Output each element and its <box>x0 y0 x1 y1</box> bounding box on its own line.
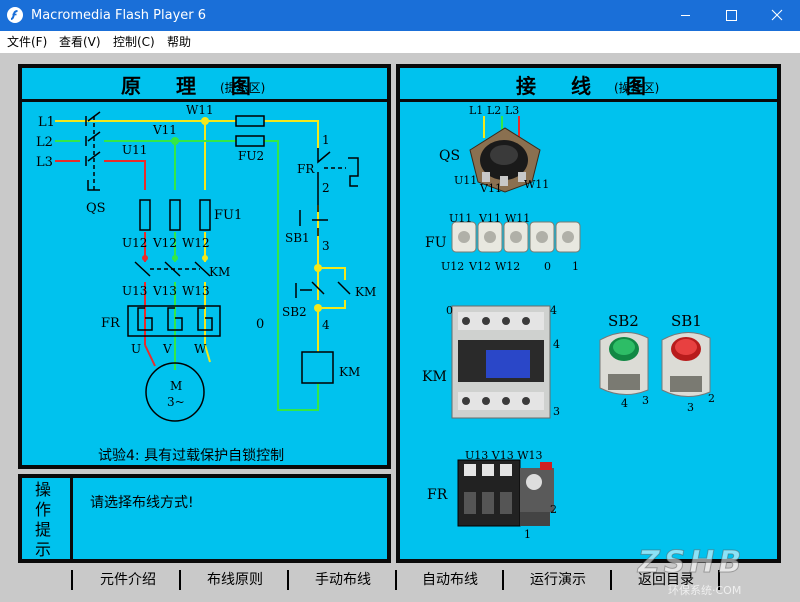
fu-term-w12: W12 <box>495 260 520 273</box>
nav-auto-wiring[interactable]: 自动布线 <box>400 568 500 592</box>
fu-term-u11: U11 <box>449 212 472 225</box>
nav-run-demo[interactable]: 运行演示 <box>508 568 608 592</box>
sb1-term-3: 3 <box>687 401 694 414</box>
km-term-4-top: 4 <box>550 304 557 317</box>
sb2-start-button[interactable] <box>599 332 649 395</box>
qs-term-l3: L3 <box>505 104 519 117</box>
sb1-stop-button[interactable] <box>661 332 711 397</box>
fr-thermal-relay[interactable] <box>457 459 554 527</box>
watermark-text: 环保系统·COM <box>668 584 742 597</box>
nav-component-intro[interactable]: 元件介绍 <box>78 568 178 592</box>
wiring-diagram: L1 L2 L3 QS U11 V11 W11 U11 V11 W11 FU U… <box>422 104 715 541</box>
nav-separator <box>287 570 289 590</box>
sb2-term-3: 3 <box>642 394 649 407</box>
nav-manual-wiring[interactable]: 手动布线 <box>293 568 393 592</box>
fu-term-w11: W11 <box>505 212 530 225</box>
qs-term-v11: V11 <box>479 182 502 195</box>
qs-term-u11: U11 <box>454 174 477 187</box>
fr-label: FR <box>427 487 448 503</box>
fu-term-0: 0 <box>544 260 551 273</box>
fu-term-v12: V12 <box>468 260 491 273</box>
km-contactor[interactable] <box>451 305 551 419</box>
fr-term-1: 1 <box>524 528 531 541</box>
fu-term-v11: V11 <box>478 212 501 225</box>
nav-separator <box>395 570 397 590</box>
sb1-label: SB1 <box>671 312 702 330</box>
fu-term-1: 1 <box>572 260 579 273</box>
watermark-logo: ZSHB <box>637 545 746 581</box>
qs-label: QS <box>439 148 460 164</box>
km-term-3: 3 <box>553 405 560 418</box>
fu-term-u12: U12 <box>441 260 464 273</box>
sb1-term-2: 2 <box>708 392 715 405</box>
nav-separator <box>502 570 504 590</box>
qs-term-w11: W11 <box>524 178 549 191</box>
nav-separator <box>179 570 181 590</box>
km-label: KM <box>422 369 447 385</box>
qs-term-l1: L1 <box>469 104 483 117</box>
nav-wiring-principle[interactable]: 布线原则 <box>185 568 285 592</box>
fr-term-2: 2 <box>550 503 557 516</box>
sb2-term-4: 4 <box>621 397 628 410</box>
fu-label: FU <box>425 235 447 251</box>
fu-fuse-block[interactable] <box>451 221 581 253</box>
km-term-4-mid: 4 <box>553 338 560 351</box>
sb2-label: SB2 <box>608 312 639 330</box>
nav-separator <box>610 570 612 590</box>
fr-top-terminals: U13 V13 W13 <box>465 449 543 462</box>
km-term-0: 0 <box>446 304 453 317</box>
nav-separator <box>71 570 73 590</box>
qs-term-l2: L2 <box>487 104 501 117</box>
